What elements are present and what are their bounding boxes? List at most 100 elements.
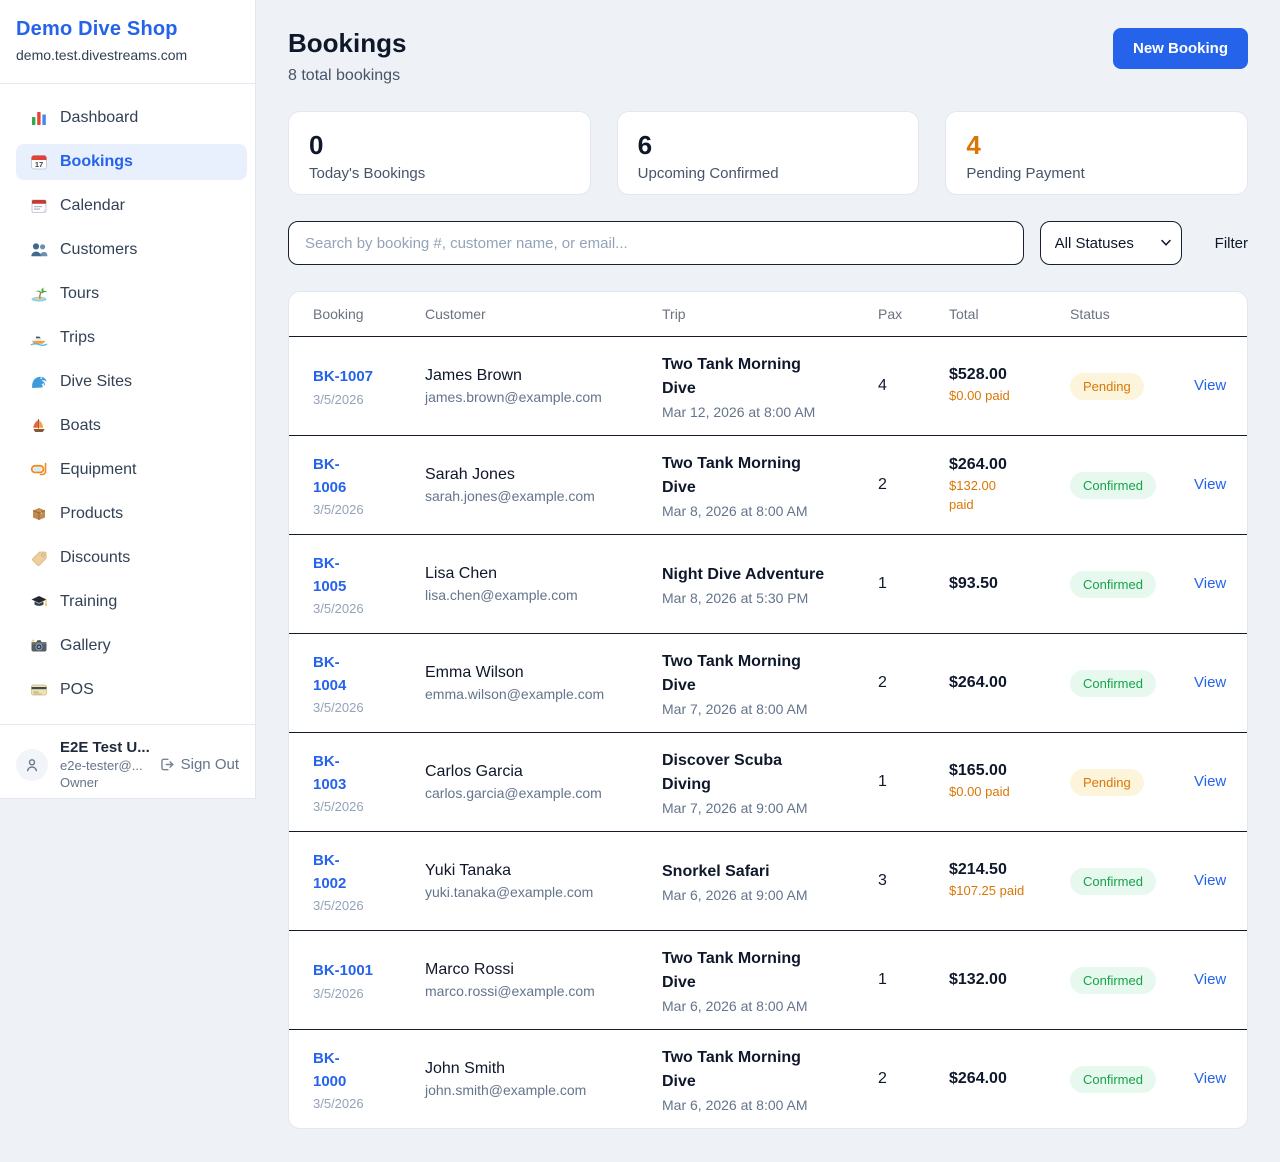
view-link[interactable]: View [1194, 1070, 1226, 1087]
actions-cell: View [1194, 575, 1231, 593]
user-role: Owner [60, 775, 146, 790]
avatar [16, 749, 48, 781]
sign-out-icon [158, 756, 175, 773]
stat-value: 0 [309, 130, 570, 161]
paid-amount: $132.00 paid [949, 477, 1039, 515]
main-content: Bookings 8 total bookings New Booking 0 … [256, 0, 1280, 1129]
sidebar-item-discounts[interactable]: Discounts [16, 540, 247, 576]
table-row: BK- 1006 3/5/2026 Sarah Jones sarah.jone… [289, 435, 1247, 534]
pos-card-icon [30, 681, 48, 699]
sidebar-item-calendar[interactable]: Calendar [16, 188, 247, 224]
dive-sites-wave-icon [30, 373, 48, 391]
trip-datetime: Mar 8, 2026 at 5:30 PM [662, 590, 878, 606]
booking-id-link[interactable]: BK- 1003 [313, 750, 346, 797]
sidebar-item-label: Equipment [60, 461, 137, 479]
trip-name: Two Tank Morning Dive [662, 452, 830, 500]
trip-datetime: Mar 6, 2026 at 8:00 AM [662, 1097, 878, 1113]
booking-id-link[interactable]: BK- 1000 [313, 1047, 346, 1094]
search-input[interactable] [288, 221, 1024, 265]
status-cell: Confirmed [1070, 670, 1194, 697]
total-cell: $93.50 [949, 575, 1070, 593]
customer-email: emma.wilson@example.com [425, 686, 662, 702]
view-link[interactable]: View [1194, 377, 1226, 394]
new-booking-button[interactable]: New Booking [1113, 28, 1248, 69]
sidebar-item-pos[interactable]: POS [16, 672, 247, 708]
pax-value: 4 [878, 377, 949, 395]
sign-out-button[interactable]: Sign Out [158, 756, 239, 773]
actions-cell: View [1194, 377, 1231, 395]
booking-id-link[interactable]: BK-1007 [313, 365, 373, 388]
booking-id-link[interactable]: BK-1001 [313, 959, 373, 982]
total-amount: $132.00 [949, 971, 1070, 989]
trip-datetime: Mar 7, 2026 at 9:00 AM [662, 800, 878, 816]
view-link[interactable]: View [1194, 476, 1226, 493]
customer-name: Emma Wilson [425, 664, 662, 682]
sidebar-item-dashboard[interactable]: Dashboard [16, 100, 247, 136]
sidebar-item-trips[interactable]: Trips [16, 320, 247, 356]
booking-id-link[interactable]: BK- 1006 [313, 453, 346, 500]
booking-cell: BK- 1005 3/5/2026 [313, 552, 425, 617]
booking-date: 3/5/2026 [313, 700, 425, 715]
total-amount: $264.00 [949, 1070, 1070, 1088]
trip-name: Two Tank Morning Dive [662, 1046, 830, 1094]
table-row: BK- 1005 3/5/2026 Lisa Chen lisa.chen@ex… [289, 534, 1247, 633]
table-row: BK- 1004 3/5/2026 Emma Wilson emma.wilso… [289, 633, 1247, 732]
table-row: BK- 1003 3/5/2026 Carlos Garcia carlos.g… [289, 732, 1247, 831]
actions-cell: View [1194, 971, 1231, 989]
column-header-pax: Pax [878, 306, 949, 322]
booking-id-link[interactable]: BK- 1004 [313, 651, 346, 698]
sidebar-item-equipment[interactable]: Equipment [16, 452, 247, 488]
booking-id-link[interactable]: BK- 1002 [313, 849, 346, 896]
trip-name: Two Tank Morning Dive [662, 947, 830, 995]
customer-email: lisa.chen@example.com [425, 587, 662, 603]
sidebar-item-products[interactable]: Products [16, 496, 247, 532]
view-link[interactable]: View [1194, 872, 1226, 889]
table-header: Booking Customer Trip Pax Total Status [289, 292, 1247, 336]
view-link[interactable]: View [1194, 575, 1226, 592]
total-cell: $132.00 [949, 971, 1070, 989]
customer-cell: James Brown james.brown@example.com [425, 367, 662, 405]
status-cell: Confirmed [1070, 472, 1194, 499]
sidebar-item-bookings[interactable]: 17 Bookings [16, 144, 247, 180]
sidebar-item-training[interactable]: Training [16, 584, 247, 620]
filter-button[interactable]: Filter [1215, 235, 1248, 252]
page-subtitle: 8 total bookings [288, 67, 406, 85]
sidebar-item-label: Training [60, 593, 117, 611]
actions-cell: View [1194, 674, 1231, 692]
booking-date: 3/5/2026 [313, 601, 425, 616]
view-link[interactable]: View [1194, 971, 1226, 988]
status-filter-select[interactable]: All Statuses [1040, 221, 1182, 265]
trip-cell: Two Tank Morning Dive Mar 12, 2026 at 8:… [662, 353, 878, 420]
trips-boat-icon [30, 329, 48, 347]
sidebar-item-tours[interactable]: Tours [16, 276, 247, 312]
sidebar-item-gallery[interactable]: Gallery [16, 628, 247, 664]
customer-cell: Carlos Garcia carlos.garcia@example.com [425, 763, 662, 801]
calendar-icon [30, 197, 48, 215]
training-cap-icon [30, 593, 48, 611]
pax-value: 2 [878, 1070, 949, 1088]
column-header-customer: Customer [425, 306, 662, 322]
status-cell: Confirmed [1070, 571, 1194, 598]
sidebar-item-dive-sites[interactable]: Dive Sites [16, 364, 247, 400]
pax-value: 2 [878, 674, 949, 692]
status-cell: Pending [1070, 769, 1194, 796]
products-box-icon [30, 505, 48, 523]
total-amount: $528.00 [949, 366, 1070, 384]
sidebar-item-boats[interactable]: Boats [16, 408, 247, 444]
booking-date: 3/5/2026 [313, 502, 425, 517]
trip-name: Snorkel Safari [662, 860, 830, 884]
brand-domain: demo.test.divestreams.com [16, 47, 239, 63]
customer-email: james.brown@example.com [425, 389, 662, 405]
customer-name: Lisa Chen [425, 565, 662, 583]
column-header-status: Status [1070, 306, 1194, 322]
view-link[interactable]: View [1194, 773, 1226, 790]
status-select-wrap: All Statuses [1040, 221, 1182, 265]
booking-id-link[interactable]: BK- 1005 [313, 552, 346, 599]
page-title: Bookings [288, 28, 406, 59]
actions-cell: View [1194, 1070, 1231, 1088]
view-link[interactable]: View [1194, 674, 1226, 691]
sidebar-item-customers[interactable]: Customers [16, 232, 247, 268]
stat-value: 4 [966, 130, 1227, 161]
booking-cell: BK- 1006 3/5/2026 [313, 453, 425, 518]
status-badge: Confirmed [1070, 571, 1156, 598]
